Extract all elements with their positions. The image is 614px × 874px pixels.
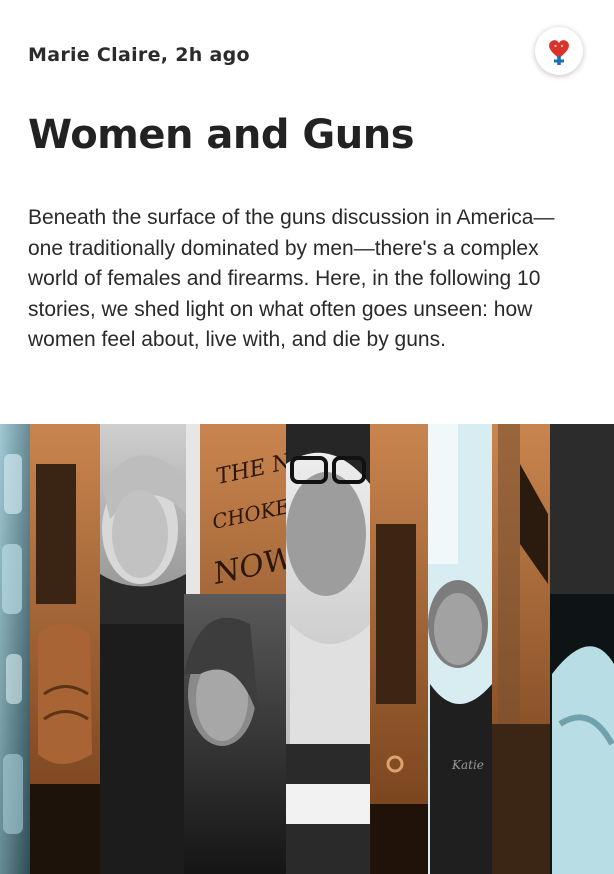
strip-rifle xyxy=(492,424,550,874)
topic-badge[interactable] xyxy=(535,27,583,75)
hero-image[interactable]: THE N CHOKEHOL NOW Katie xyxy=(0,424,614,874)
article-meta: Marie Claire, 2h ago xyxy=(28,44,250,66)
strip-portrait-teen: Katie xyxy=(428,424,492,874)
article-title[interactable]: Women and Guns xyxy=(28,112,415,158)
timestamp: 2h ago xyxy=(175,44,250,66)
source-name[interactable]: Marie Claire xyxy=(28,44,161,66)
female-heart-icon xyxy=(549,40,569,65)
article-description: Beneath the surface of the guns discussi… xyxy=(28,206,555,351)
meta-separator: , xyxy=(160,44,169,66)
strip-gun xyxy=(370,424,428,874)
strip-portrait-woman xyxy=(100,424,186,874)
strip-hands xyxy=(550,424,614,874)
strip-portrait-glasses xyxy=(286,424,370,874)
article-card[interactable]: Marie Claire, 2h ago Women and Guns Bene… xyxy=(0,0,614,874)
shirt-text: Katie xyxy=(451,758,484,772)
strip-portrait-girl xyxy=(184,594,286,874)
collage-image: THE N CHOKEHOL NOW Katie xyxy=(0,424,614,874)
strip-holster xyxy=(30,424,100,874)
strip-bullets xyxy=(0,424,30,874)
